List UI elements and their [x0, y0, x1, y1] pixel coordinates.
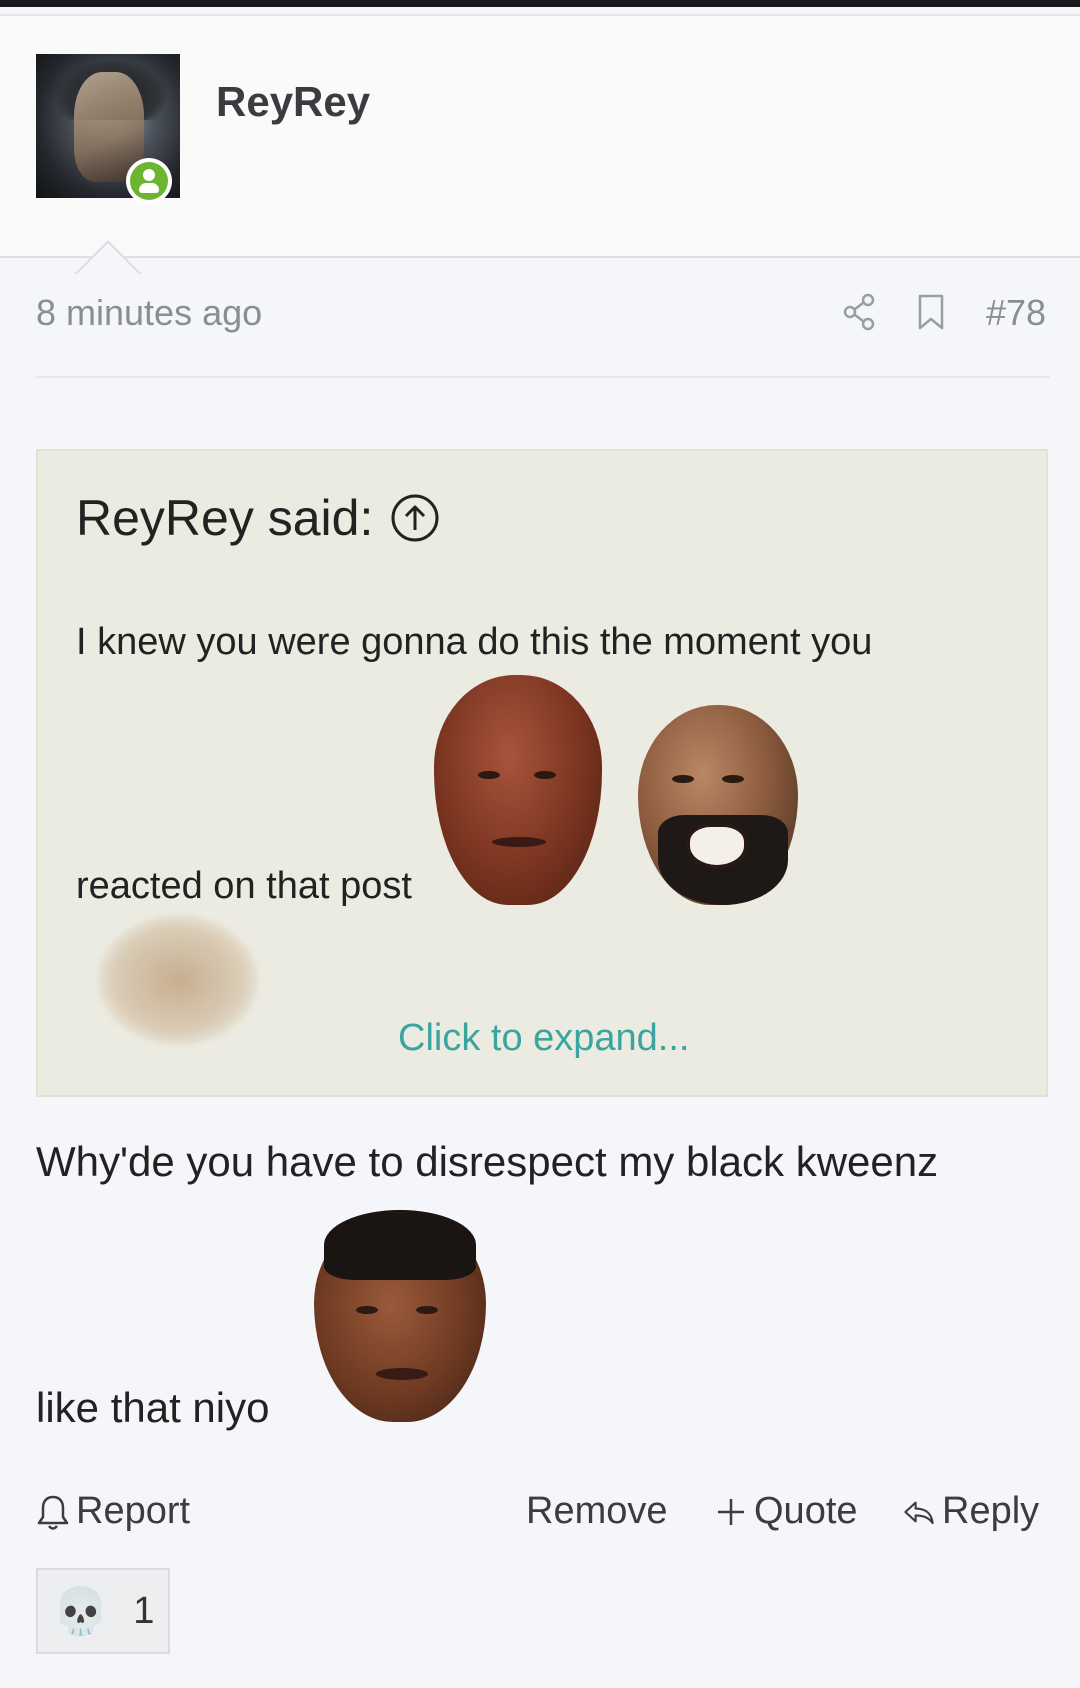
username[interactable]: ReyRey — [216, 78, 370, 126]
post-user-header: ReyRey — [0, 16, 1080, 258]
reaction-summary[interactable]: 💀 1 — [36, 1568, 170, 1654]
reply-button[interactable]: Reply — [902, 1490, 1039, 1533]
share-icon[interactable] — [842, 292, 878, 332]
quote-text-line-1: I knew you were gonna do this the moment… — [76, 621, 873, 663]
laughing-face-emoji-drake — [638, 705, 798, 905]
meta-divider — [36, 376, 1050, 378]
post-actions: Report Remove Quote Reply — [0, 1490, 1080, 1540]
arrow-up-circle-icon[interactable] — [389, 492, 441, 544]
reply-text-line-1: Why'de you have to disrespect my black k… — [36, 1138, 939, 1185]
online-status-icon — [126, 158, 172, 204]
reply-arrow-icon — [904, 1501, 934, 1524]
reply-label: Reply — [942, 1490, 1040, 1532]
quote-text-line-2: reacted on that post — [76, 865, 412, 907]
skull-icon: 💀 — [52, 1585, 110, 1637]
bell-icon — [37, 1495, 69, 1530]
post-number-link[interactable]: #78 — [986, 292, 1046, 334]
crying-face-emoji — [314, 1210, 486, 1422]
avatar[interactable] — [36, 54, 180, 204]
quote-button[interactable]: Quote — [714, 1490, 858, 1533]
reply-text-line-2: like that niyo — [36, 1384, 270, 1431]
remove-button[interactable]: Remove — [526, 1490, 668, 1533]
reaction-count: 1 — [133, 1589, 155, 1632]
top-bar — [0, 0, 1080, 7]
click-to-expand-link[interactable]: Click to expand... — [398, 1017, 689, 1060]
quote-author-label[interactable]: ReyRey said: — [76, 489, 373, 547]
quote-label: Quote — [754, 1490, 858, 1532]
bookmark-icon[interactable] — [914, 292, 948, 332]
report-label: Report — [76, 1490, 191, 1532]
quote-header: ReyRey said: — [76, 489, 441, 547]
quote-block: ReyRey said: I knew you were gonna do th… — [36, 449, 1048, 1097]
report-button[interactable]: Report — [36, 1490, 190, 1533]
sad-face-emoji-mj — [434, 675, 602, 905]
faded-face-emoji — [98, 915, 258, 1045]
remove-label: Remove — [526, 1490, 668, 1532]
post-timestamp[interactable]: 8 minutes ago — [36, 292, 262, 334]
plus-icon — [718, 1498, 744, 1525]
